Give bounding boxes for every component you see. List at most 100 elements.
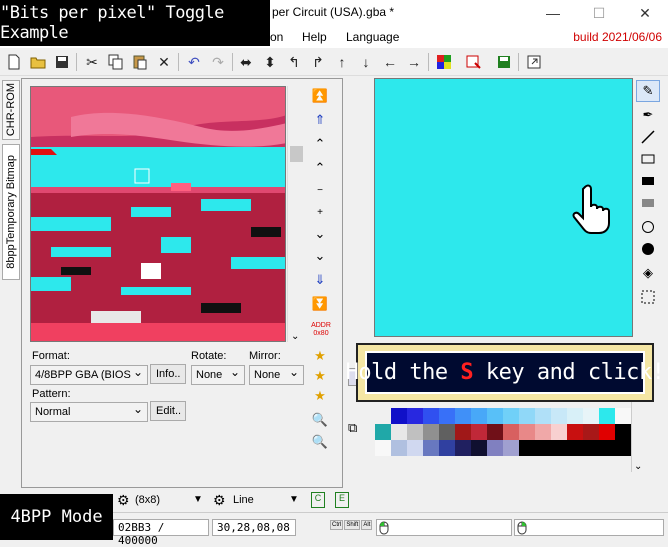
- draw-mode-select[interactable]: Line: [233, 494, 254, 506]
- filled-ellipse-icon[interactable]: [636, 238, 660, 260]
- fill-bucket-icon[interactable]: ◈: [636, 262, 660, 284]
- palette-swatch[interactable]: [551, 440, 567, 456]
- bookmark-add-icon[interactable]: ★: [310, 366, 330, 386]
- scroll-down-icon[interactable]: ⌄: [291, 331, 299, 342]
- page-top-icon[interactable]: ⏫: [310, 86, 330, 106]
- mirror-select[interactable]: None: [249, 365, 304, 385]
- palette-swatch[interactable]: [439, 408, 455, 424]
- palette-swatch[interactable]: [583, 440, 599, 456]
- row-up-icon[interactable]: ⌃: [310, 158, 330, 178]
- palette-swatch[interactable]: [439, 440, 455, 456]
- palette-swatch[interactable]: [407, 424, 423, 440]
- edit-frame-icon[interactable]: E: [335, 492, 349, 508]
- pen-icon[interactable]: ✒: [636, 104, 660, 126]
- menu-help[interactable]: Help: [302, 30, 327, 44]
- format-select[interactable]: 4/8BPP GBA (BIOS: [30, 365, 148, 385]
- palette-swatch[interactable]: [407, 440, 423, 456]
- save-icon[interactable]: [52, 52, 72, 72]
- palette-swatch[interactable]: [615, 440, 631, 456]
- clear-frame-icon[interactable]: C: [311, 492, 325, 508]
- palette-swatch[interactable]: [535, 424, 551, 440]
- palette-swatch[interactable]: [391, 440, 407, 456]
- palette-load-icon[interactable]: [464, 52, 484, 72]
- palette-swatch[interactable]: [503, 424, 519, 440]
- tile-scrollbar[interactable]: ⌄: [287, 86, 304, 342]
- menu-language[interactable]: Language: [346, 30, 399, 44]
- palette-swatch[interactable]: [519, 408, 535, 424]
- shift-right-icon[interactable]: →: [404, 52, 424, 72]
- rotate-select[interactable]: None: [191, 365, 245, 385]
- flip-horizontal-icon[interactable]: ⬌: [236, 52, 256, 72]
- palette-swatch[interactable]: [519, 424, 535, 440]
- palette-swatch[interactable]: [471, 424, 487, 440]
- shift-down-icon[interactable]: ↓: [356, 52, 376, 72]
- palette-swatch[interactable]: [583, 408, 599, 424]
- palette-swatch[interactable]: [503, 408, 519, 424]
- page-down-icon[interactable]: ⌄: [310, 246, 330, 266]
- page-up-fast-icon[interactable]: ⇑: [310, 110, 330, 130]
- byte-up-icon[interactable]: +: [310, 202, 330, 222]
- cut-icon[interactable]: ✂: [82, 52, 102, 72]
- rectangle-icon[interactable]: [636, 148, 660, 170]
- palette-swatch[interactable]: [615, 424, 631, 440]
- info-button[interactable]: Info..: [150, 364, 186, 384]
- delete-icon[interactable]: ✕: [154, 52, 174, 72]
- maximize-button[interactable]: ☐: [576, 0, 622, 26]
- palette-swatch[interactable]: [519, 440, 535, 456]
- page-up-icon[interactable]: ⌃: [310, 134, 330, 154]
- close-button[interactable]: ✕: [622, 0, 668, 26]
- palette-swatch[interactable]: [487, 408, 503, 424]
- palette-swatch[interactable]: [375, 424, 391, 440]
- menu-option[interactable]: on: [270, 30, 283, 44]
- edit-canvas[interactable]: [374, 78, 633, 337]
- row-down-icon[interactable]: ⌄: [310, 224, 330, 244]
- palette-scroll-down-icon[interactable]: ⌄: [634, 461, 642, 472]
- draw-mode-dropdown-icon[interactable]: ▼: [289, 494, 299, 505]
- bookmark-star-icon[interactable]: ★: [310, 346, 330, 366]
- pencil-icon[interactable]: ✎: [636, 80, 660, 102]
- palette-swatch[interactable]: [455, 424, 471, 440]
- palette-swatch[interactable]: [535, 408, 551, 424]
- palette-swatch[interactable]: [503, 440, 519, 456]
- tile-scroll-thumb[interactable]: [290, 146, 303, 162]
- palette-edit-icon[interactable]: ⧉: [348, 420, 357, 436]
- ellipse-icon[interactable]: [636, 216, 660, 238]
- palette-grid[interactable]: [375, 400, 631, 472]
- palette-swatch[interactable]: [599, 408, 615, 424]
- palette-swatch[interactable]: [599, 424, 615, 440]
- zoom-out-icon[interactable]: 🔍: [310, 432, 330, 452]
- shift-up-icon[interactable]: ↑: [332, 52, 352, 72]
- palette-swatch[interactable]: [407, 408, 423, 424]
- rotate-left-icon[interactable]: ↰: [284, 52, 304, 72]
- tab-temporary-bitmap[interactable]: 8bppTemporary Bitmap: [2, 144, 20, 280]
- bookmark-list-icon[interactable]: ★: [310, 386, 330, 406]
- copy-icon[interactable]: [106, 52, 126, 72]
- palette-swatch[interactable]: [423, 408, 439, 424]
- palette-swatch[interactable]: [375, 440, 391, 456]
- open-folder-icon[interactable]: [28, 52, 48, 72]
- tile-viewer[interactable]: [30, 86, 286, 342]
- palette-save-icon[interactable]: [494, 52, 514, 72]
- byte-down-icon[interactable]: −: [310, 180, 330, 200]
- line-icon[interactable]: [636, 126, 660, 148]
- palette-swatch[interactable]: [567, 424, 583, 440]
- palette-swatch[interactable]: [599, 440, 615, 456]
- palette-swatch[interactable]: [487, 440, 503, 456]
- minimize-button[interactable]: —: [530, 0, 576, 26]
- palette-swatch[interactable]: [551, 408, 567, 424]
- palette-swatch[interactable]: [567, 440, 583, 456]
- redo-icon[interactable]: ↷: [208, 52, 228, 72]
- palette-swatch[interactable]: [567, 408, 583, 424]
- filled-rectangle-icon[interactable]: [636, 170, 660, 192]
- palette-swatch[interactable]: [487, 424, 503, 440]
- palette-swatch[interactable]: [471, 408, 487, 424]
- palette-swatch[interactable]: [535, 440, 551, 456]
- new-file-icon[interactable]: [4, 52, 24, 72]
- page-bottom-icon[interactable]: ⏬: [310, 294, 330, 314]
- palette-scrollbar[interactable]: ⌄: [631, 400, 646, 472]
- palette-swatch[interactable]: [423, 440, 439, 456]
- page-down-fast-icon[interactable]: ⇓: [310, 270, 330, 290]
- palette-swatch[interactable]: [471, 440, 487, 456]
- shift-left-icon[interactable]: ←: [380, 52, 400, 72]
- palette-swatch[interactable]: [391, 424, 407, 440]
